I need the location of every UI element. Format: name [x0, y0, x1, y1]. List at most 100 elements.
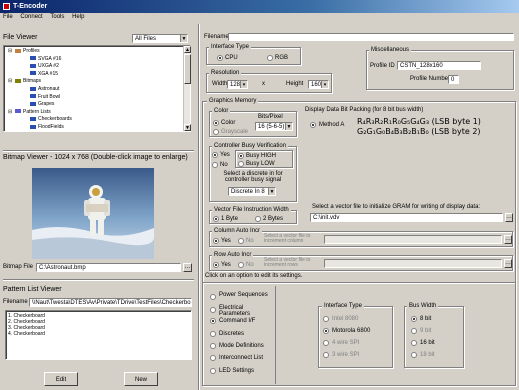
tree-item-grapes[interactable]: Grapes [30, 101, 54, 107]
busy-high-label: Busy HIGH [246, 153, 277, 159]
setting-mode-definitions-radio[interactable] [210, 343, 216, 349]
controller-busy-title: Controller Busy Verification [212, 143, 289, 150]
vector-init-help: Select a vector file to initialize GRAM … [312, 204, 481, 210]
chevron-down-icon[interactable]: ▼ [268, 188, 275, 195]
close-button[interactable] [508, 2, 517, 11]
profile-id-label: Profile ID [370, 63, 395, 69]
scroll-down-icon[interactable]: ▼ [184, 124, 191, 131]
method-a-radio[interactable] [310, 122, 316, 128]
setting-discretes-radio[interactable] [210, 331, 216, 337]
menu-help[interactable]: Help [69, 13, 87, 22]
spinner-icon[interactable]: ▾ [240, 81, 247, 88]
menu-file[interactable]: File [0, 13, 16, 22]
tree-item-label: Astronaut [38, 86, 60, 92]
tree-expander-icon[interactable]: ⊟ [8, 48, 15, 54]
tree-item-pattern-lists[interactable]: ⊟ Pattern Lists [8, 109, 51, 115]
pattern-list-item[interactable]: 4. Checkerboard [8, 331, 45, 337]
tree-item-xga-15[interactable]: XGA #15 [30, 71, 58, 77]
astronaut-image[interactable] [32, 168, 154, 259]
new-button[interactable]: New [124, 372, 158, 386]
bus-8-bit-label: 8 bit [420, 316, 432, 322]
color-title: Color [212, 108, 231, 115]
row-no-radio[interactable] [238, 262, 244, 268]
cmd-motorola-6800-radio[interactable] [323, 328, 329, 334]
setting-command-i-f-radio[interactable] [210, 318, 216, 324]
tree-scrollbar[interactable]: ▲ ▼ [183, 46, 191, 131]
color-radio[interactable] [213, 120, 219, 126]
column-vector-field[interactable] [324, 235, 502, 244]
pattern-icon [15, 109, 21, 114]
two-bytes-radio[interactable] [255, 216, 261, 222]
cmd-intel-8080-radio[interactable] [323, 316, 329, 322]
setting-electrical-parameters-radio[interactable] [210, 307, 216, 313]
bitmap-file-field[interactable]: C:\Astronaut.bmp [36, 263, 181, 272]
setting-power-sequences-label: Power Sequences [219, 292, 268, 298]
grayscale-radio[interactable] [213, 129, 219, 135]
setting-interconnect-list-radio[interactable] [210, 355, 216, 361]
menu-bar: File Connect Tools Help [0, 13, 519, 22]
busy-low-radio[interactable] [238, 161, 244, 167]
pattern-file-field[interactable]: \\Naut\Twesta\DTES\Av\Private\TDrive\Tes… [29, 298, 192, 307]
chevron-down-icon[interactable]: ▼ [180, 35, 187, 42]
method-a-label: Method A [319, 122, 345, 128]
tree-item-uxga-2[interactable]: UXGA #2 [30, 63, 59, 69]
column-help-label: Select a vector file to increment column [264, 233, 311, 244]
tree-item-bitmaps[interactable]: ⊟ Bitmaps [8, 78, 41, 84]
discrete-select[interactable]: Discrete In 8 ▼ [228, 187, 276, 196]
profile-number-label: Profile Number [410, 76, 451, 82]
tree-item-astronaut[interactable]: Astronaut [30, 86, 59, 92]
browse-row-button[interactable]: … [504, 259, 512, 268]
browse-vector-button[interactable]: … [505, 213, 513, 222]
browse-bitmap-button[interactable]: … [183, 263, 192, 272]
file-tree[interactable]: ⊟ Profiles SVGA #16 UXGA #2 XGA #15 ⊟ Bitmaps A… [3, 45, 191, 132]
height-field[interactable]: 160 ▾ [308, 80, 329, 89]
tree-item-profiles[interactable]: ⊟ Profiles [8, 48, 40, 54]
rgb-radio[interactable] [267, 55, 273, 61]
tree-item-floodfields[interactable]: FloodFields [30, 124, 64, 130]
bus-9-bit-radio[interactable] [411, 328, 417, 334]
browse-column-button[interactable]: … [504, 235, 512, 244]
filename-field[interactable] [228, 33, 514, 41]
edit-button[interactable]: Edit [44, 372, 78, 386]
busy-low-label: Busy LOW [246, 161, 275, 167]
bus-8-bit-radio[interactable] [411, 316, 417, 322]
bus-18-bit-radio[interactable] [411, 352, 417, 358]
cpu-radio[interactable] [217, 55, 223, 61]
vector-init-field[interactable]: C:\init.vdv [310, 213, 503, 222]
image-icon [15, 79, 21, 84]
busy-yes-radio[interactable] [212, 152, 218, 158]
bits-per-pixel-select[interactable]: 16 (5-6-5) ▼ [255, 122, 293, 131]
pattern-list[interactable]: 1. Checkerboard 2. Checkerboard 3. Checker… [5, 310, 192, 360]
setting-interconnect-list-label: Interconnect List [219, 355, 264, 361]
chevron-down-icon[interactable]: ▼ [285, 123, 292, 130]
width-field[interactable]: 128 ▾ [227, 80, 248, 89]
tree-expander-icon[interactable]: ⊟ [8, 109, 15, 115]
cmd-4-wire-spi-radio[interactable] [323, 340, 329, 346]
profile-id-field[interactable]: CSTN_128x160 [397, 61, 481, 70]
column-yes-radio[interactable] [213, 238, 219, 244]
cmd-3-wire-spi-radio[interactable] [323, 352, 329, 358]
tree-item-checkerboards[interactable]: Checkerboards [30, 116, 72, 122]
menu-connect[interactable]: Connect [17, 13, 45, 22]
one-byte-radio[interactable] [213, 216, 219, 222]
tree-expander-icon[interactable]: ⊟ [8, 78, 15, 84]
scroll-up-icon[interactable]: ▲ [184, 46, 191, 53]
busy-no-radio[interactable] [212, 162, 218, 168]
profile-number-field[interactable]: 0 [448, 75, 459, 84]
row-yes-radio[interactable] [213, 262, 219, 268]
file-filter-select[interactable]: All Files ▼ [132, 34, 188, 43]
packing-line-1: R₄R₃R₂R₁R₀G₅G₄G₃ (LSB byte 1) [357, 117, 481, 126]
bus-16-bit-radio[interactable] [411, 340, 417, 346]
busy-high-radio[interactable] [238, 153, 244, 159]
tree-item-fruit-bowl[interactable]: Fruit Bowl [30, 94, 60, 100]
column-no-radio[interactable] [238, 238, 244, 244]
bitmap-icon [30, 86, 36, 91]
row-vector-field[interactable] [324, 259, 502, 268]
menu-tools[interactable]: Tools [47, 13, 67, 22]
bitmap-icon [30, 56, 36, 61]
spinner-icon[interactable]: ▾ [321, 81, 328, 88]
setting-power-sequences-radio[interactable] [210, 294, 216, 300]
tree-item-svga-16[interactable]: SVGA #16 [30, 56, 61, 62]
setting-led-settings-radio[interactable] [210, 368, 216, 374]
scroll-thumb[interactable] [184, 54, 191, 84]
